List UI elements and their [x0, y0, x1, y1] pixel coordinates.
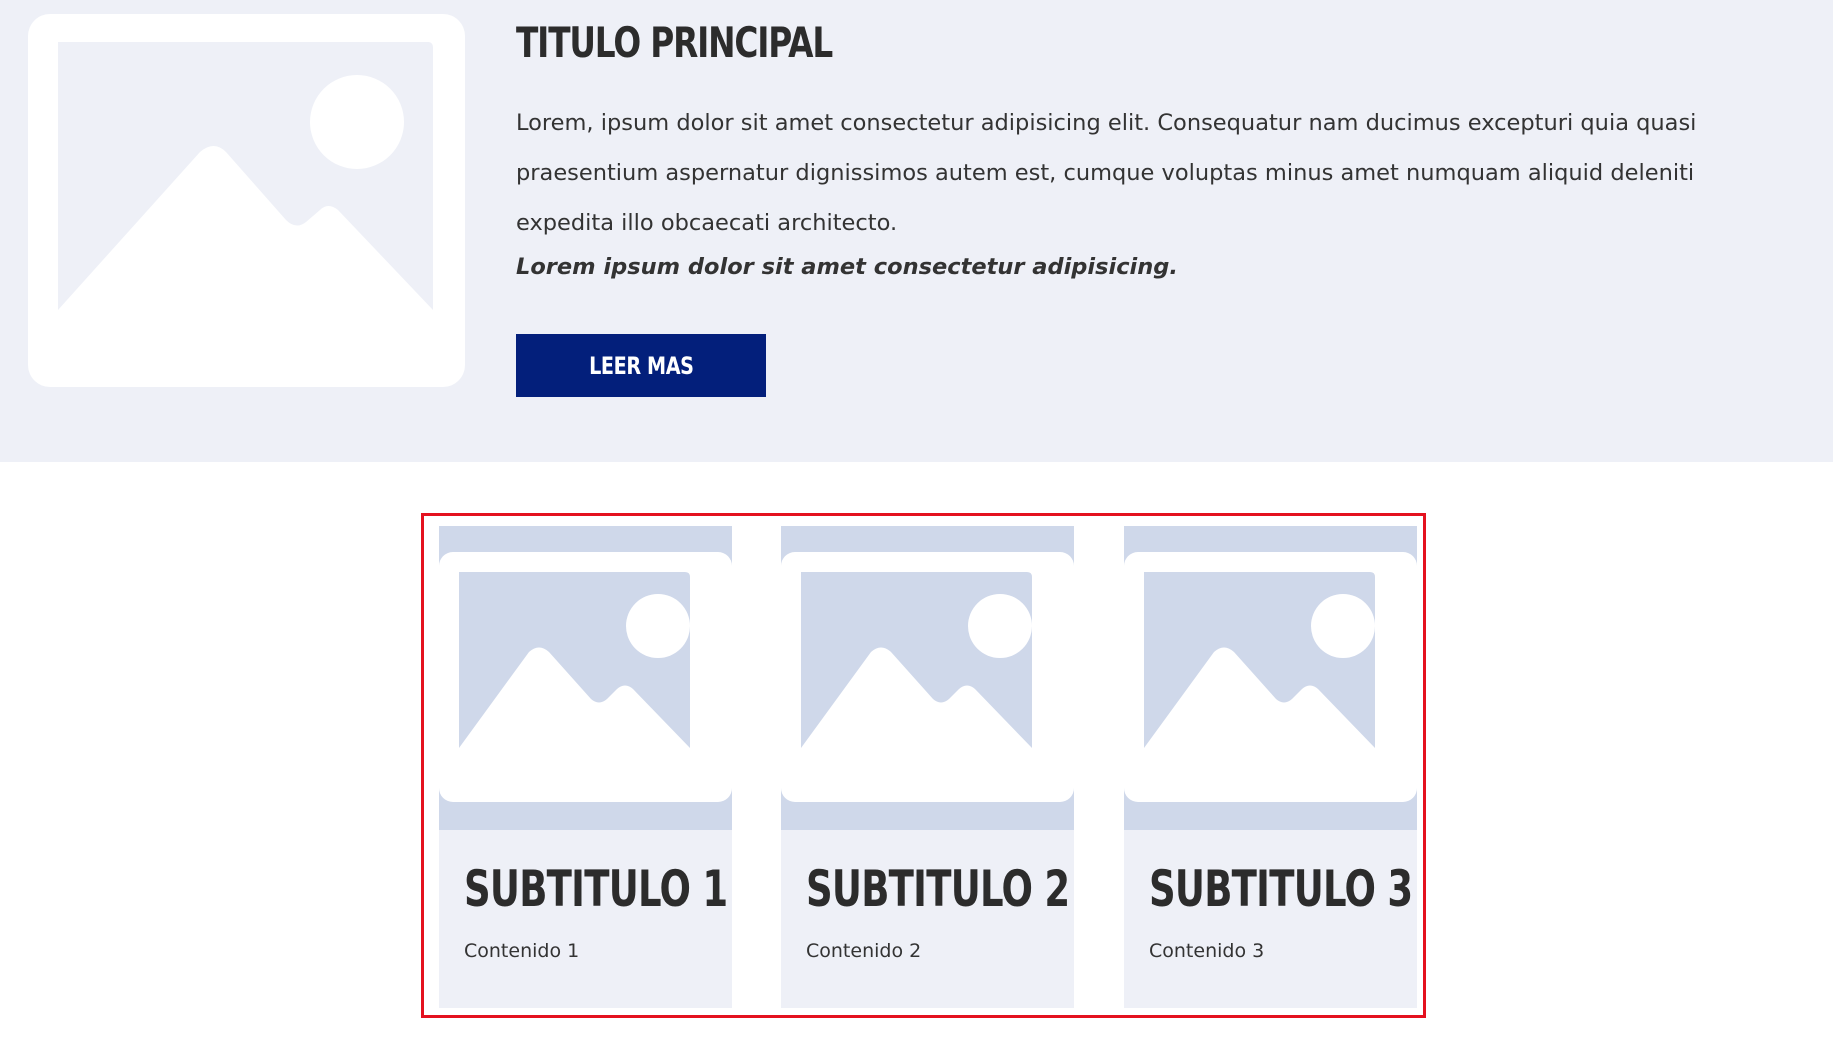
page-title: TITULO PRINCIPAL [516, 18, 833, 67]
card-title: SUBTITULO 3 [1149, 860, 1413, 918]
card-1: SUBTITULO 1 Contenido 1 [439, 526, 732, 1008]
read-more-button[interactable]: LEER MAS [516, 334, 766, 397]
card-image-frame [781, 552, 1074, 802]
card-text: Contenido 2 [806, 940, 922, 962]
image-placeholder-icon [459, 572, 690, 748]
card-image-frame [1124, 552, 1417, 802]
image-placeholder-icon [801, 572, 1032, 748]
image-placeholder-icon [1144, 572, 1375, 748]
hero-emphasis-text: Lorem ipsum dolor sit amet consectetur a… [516, 254, 1178, 280]
card-image-area [781, 526, 1074, 830]
card-3: SUBTITULO 3 Contenido 3 [1124, 526, 1417, 1008]
hero-section: TITULO PRINCIPAL Lorem, ipsum dolor sit … [0, 0, 1833, 462]
hero-description: Lorem, ipsum dolor sit amet consectetur … [516, 110, 1697, 236]
card-image-frame [439, 552, 732, 802]
card-title: SUBTITULO 2 [806, 860, 1070, 918]
card-text: Contenido 1 [464, 940, 580, 962]
card-title: SUBTITULO 1 [464, 860, 728, 918]
card-2: SUBTITULO 2 Contenido 2 [781, 526, 1074, 1008]
card-image-area [439, 526, 732, 830]
card-text: Contenido 3 [1149, 940, 1265, 962]
read-more-button-label: LEER MAS [588, 351, 694, 380]
card-image-area [1124, 526, 1417, 830]
image-placeholder-icon [58, 42, 433, 310]
hero-image [28, 14, 465, 387]
